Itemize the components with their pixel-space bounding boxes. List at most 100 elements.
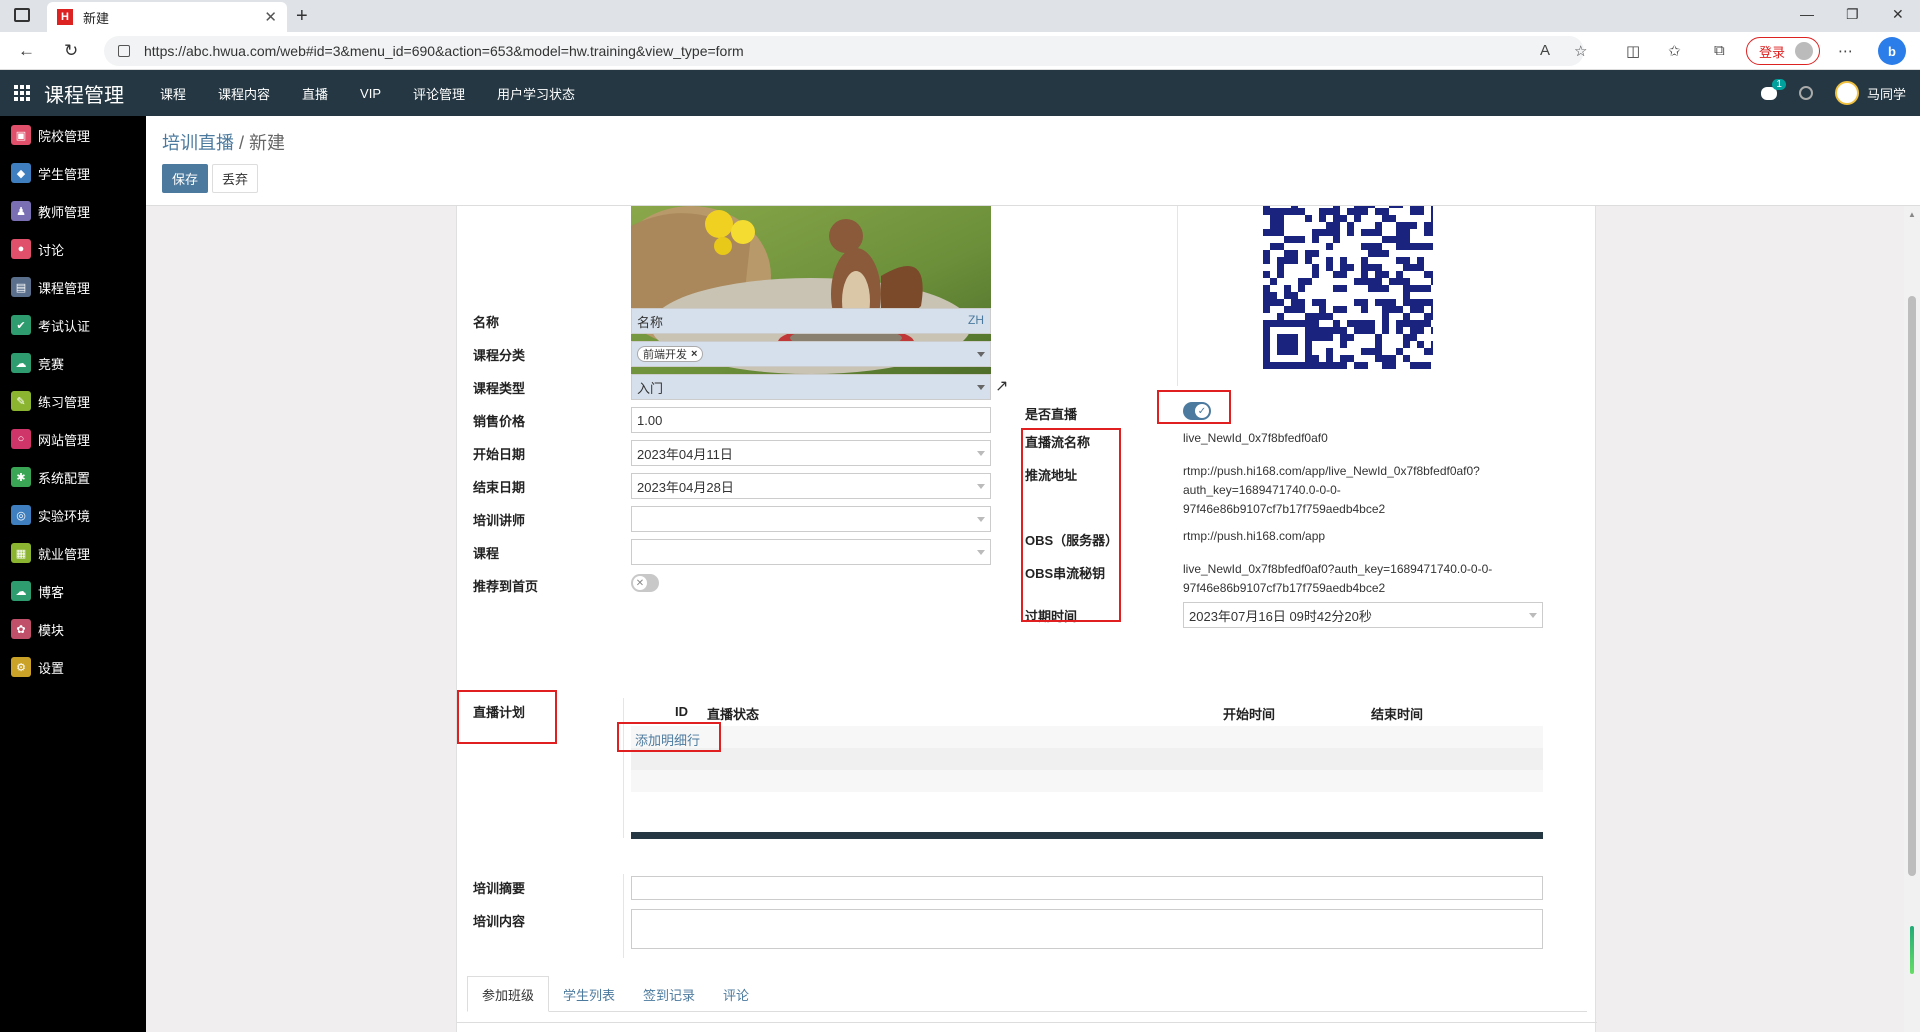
sidebar-item[interactable]: ◎ 实验环境 [0, 496, 146, 534]
remove-tag-icon[interactable]: × [691, 348, 697, 360]
plan-col-id[interactable]: ID [675, 704, 688, 719]
user-avatar[interactable] [1834, 81, 1859, 105]
restore-icon[interactable]: ❐ [1846, 6, 1859, 23]
chevron-down-icon[interactable] [1529, 613, 1537, 618]
sidebar-item[interactable]: ✿ 模块 [0, 610, 146, 648]
course-select[interactable] [631, 539, 991, 565]
lab-icon: ◎ [11, 505, 31, 525]
sidebar-item[interactable]: ⚙ 设置 [0, 648, 146, 686]
sidebar-item-label: 就业管理 [38, 546, 91, 562]
obs-key-line-2: 97f46e86b9107cf7b17f759aedb4bce2 [1183, 581, 1386, 595]
favorites-icon[interactable]: ✩ [1668, 42, 1681, 60]
start-date-input[interactable]: 2023年04月11日 [631, 440, 991, 466]
tab-checkin[interactable]: 签到记录 [629, 976, 709, 1012]
sidebar-item[interactable]: ♟ 教师管理 [0, 192, 146, 230]
modules-icon: ✿ [11, 619, 31, 639]
tab-students[interactable]: 学生列表 [549, 976, 629, 1012]
scroll-thumb[interactable] [1908, 296, 1916, 876]
language-tag[interactable]: ZH [968, 313, 984, 327]
category-tag-label: 前端开发 [643, 349, 687, 361]
chevron-down-icon[interactable] [977, 352, 985, 357]
activity-clock-icon[interactable] [1798, 86, 1813, 100]
discard-button[interactable]: 丢弃 [212, 164, 258, 193]
summary-input[interactable] [631, 876, 1543, 900]
browser-tab[interactable]: H 新建 ✕ [47, 2, 287, 32]
sidebar-item[interactable]: ○ 网站管理 [0, 420, 146, 458]
refresh-icon[interactable]: ↻ [64, 41, 78, 61]
sidebar-item[interactable]: ✎ 练习管理 [0, 382, 146, 420]
name-input[interactable]: 名称 ZH [631, 308, 991, 334]
recommend-label: 推荐到首页 [473, 579, 539, 594]
sidebar-item[interactable]: ✱ 系统配置 [0, 458, 146, 496]
chevron-down-icon[interactable] [977, 451, 985, 456]
external-link-icon[interactable]: ↗ [995, 376, 1008, 396]
more-icon[interactable]: ⋯ [1838, 42, 1853, 60]
minimize-icon[interactable]: — [1800, 6, 1814, 22]
start-date-value: 2023年04月11日 [637, 446, 733, 462]
favicon-icon: H [57, 9, 73, 25]
menu-item-comments[interactable]: 评论管理 [397, 84, 481, 103]
category-tag: 前端开发 × [637, 346, 704, 362]
page-scrollbar[interactable]: ▲ [1904, 206, 1920, 1032]
building-icon: ▣ [11, 125, 31, 145]
login-label: 登录 [1759, 44, 1786, 60]
menu-item-course[interactable]: 课程 [144, 84, 202, 103]
apps-grid-icon[interactable] [14, 85, 30, 101]
login-button[interactable]: 登录 [1746, 37, 1820, 65]
tab-classes[interactable]: 参加班级 [467, 976, 550, 1012]
end-date-input[interactable]: 2023年04月28日 [631, 473, 991, 499]
teacher-select[interactable] [631, 506, 991, 532]
read-aloud-icon[interactable]: A [1540, 42, 1550, 59]
sidebar-item[interactable]: ✔ 考试认证 [0, 306, 146, 344]
favorite-add-icon[interactable]: ☆ [1574, 42, 1587, 60]
plan-col-start[interactable]: 开始时间 [1223, 704, 1275, 723]
tab-comments[interactable]: 评论 [709, 976, 763, 1012]
sidebar-item[interactable]: ☁ 竞赛 [0, 344, 146, 382]
push-url-line-3: 97f46e86b9107cf7b17f759aedb4bce2 [1183, 502, 1386, 516]
chevron-down-icon[interactable] [977, 550, 985, 555]
recommend-toggle[interactable]: ✕ [631, 574, 659, 592]
obs-key-line-1: live_NewId_0x7f8bfedf0af0?auth_key=16894… [1183, 562, 1493, 576]
chevron-down-icon[interactable] [977, 385, 985, 390]
split-screen-icon[interactable]: ◫ [1626, 42, 1640, 60]
address-bar-row: ← ↻ https://abc.hwua.com/web#id=3&menu_i… [0, 32, 1920, 70]
menu-item-live[interactable]: 直播 [286, 84, 344, 103]
new-tab-icon[interactable]: + [296, 5, 308, 28]
user-name[interactable]: 马同学 [1867, 84, 1906, 103]
close-tab-icon[interactable]: ✕ [264, 8, 277, 26]
menu-item-learning-status[interactable]: 用户学习状态 [481, 84, 591, 103]
sidebar-item[interactable]: ▤ 课程管理 [0, 268, 146, 306]
back-icon[interactable]: ← [18, 41, 35, 61]
chevron-down-icon[interactable] [977, 484, 985, 489]
collections-icon[interactable]: ⧉ [1714, 42, 1725, 59]
bottom-divider [457, 1022, 1597, 1023]
close-window-icon[interactable]: ✕ [1892, 6, 1904, 23]
plan-col-end[interactable]: 结束时间 [1371, 704, 1423, 723]
sidebar-item[interactable]: ● 讨论 [0, 230, 146, 268]
breadcrumb-parent-link[interactable]: 培训直播 [162, 133, 234, 153]
chevron-down-icon[interactable] [977, 517, 985, 522]
save-button[interactable]: 保存 [162, 164, 208, 193]
menu-item-vip[interactable]: VIP [344, 86, 397, 101]
sidebar-item[interactable]: ▦ 就业管理 [0, 534, 146, 572]
plan-col-status[interactable]: 直播状态 [707, 704, 759, 723]
sidebar-item[interactable]: ◆ 学生管理 [0, 154, 146, 192]
tab-actions-icon[interactable] [14, 8, 30, 22]
sidebar: ▣ 院校管理 ◆ 学生管理 ♟ 教师管理 ● 讨论 ▤ 课程管理 ✔ 考试认证 ☁ 竞赛 ✎ 练习管理 ○ 网站管… [0, 116, 146, 1032]
chat-icon[interactable]: 1 [1760, 78, 1786, 100]
push-url-line-2: auth_key=1689471740.0-0-0- [1183, 483, 1341, 497]
sidebar-item-label: 考试认证 [38, 318, 91, 334]
course-type-select[interactable]: 入门 [631, 374, 991, 400]
sidebar-item[interactable]: ☁ 博客 [0, 572, 146, 610]
price-input[interactable]: 1.00 [631, 407, 991, 433]
bing-icon[interactable]: b [1878, 37, 1906, 65]
sidebar-item[interactable]: ▣ 院校管理 [0, 116, 146, 154]
menu-item-course-content[interactable]: 课程内容 [202, 84, 286, 103]
expire-datetime-input[interactable]: 2023年07月16日 09时42分20秒 [1183, 602, 1543, 628]
url-field[interactable]: https://abc.hwua.com/web#id=3&menu_id=69… [104, 36, 1584, 66]
scroll-up-icon[interactable]: ▲ [1908, 210, 1916, 219]
content-textarea[interactable] [631, 909, 1543, 949]
cloud-icon: ☁ [11, 581, 31, 601]
sidebar-item-label: 设置 [38, 660, 65, 676]
category-input[interactable]: 前端开发 × [631, 341, 991, 367]
